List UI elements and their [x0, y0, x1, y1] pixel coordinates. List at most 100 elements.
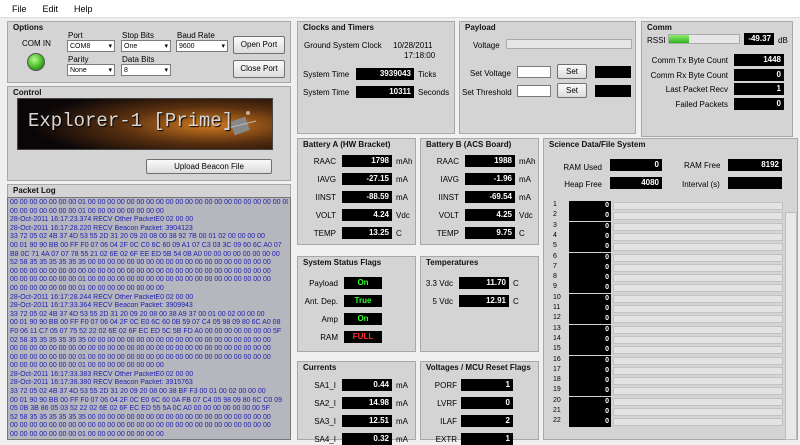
- ground-clock-date: 10/28/2011: [393, 41, 432, 50]
- battery-b-row-value: -69.54: [465, 191, 515, 203]
- comm-row-value: 1: [734, 83, 784, 95]
- science-bar-index: 13: [553, 325, 567, 332]
- data-bits-select[interactable]: 8: [121, 64, 171, 76]
- science-bar-value: 0: [569, 222, 611, 232]
- log-line: 33 72 05 02 4B 37 4D 53 55 2D 31 20 09 2…: [10, 233, 288, 242]
- science-bar-row: 1 0: [553, 201, 783, 211]
- heap-free-label: Heap Free: [554, 180, 602, 189]
- science-bar-row: 11 0: [553, 304, 783, 314]
- comm-row-value: 0: [734, 69, 784, 81]
- battery-a-row-unit: mA: [396, 193, 408, 202]
- science-bar-track: [613, 295, 783, 303]
- science-bar-value: 0: [569, 335, 611, 345]
- science-bar-index: 3: [553, 222, 567, 229]
- set-threshold-button[interactable]: Set: [557, 83, 587, 98]
- temperatures-title: Temperatures: [426, 258, 478, 267]
- status-flags-row-label: Ant. Dep.: [300, 297, 338, 306]
- comm-panel: Comm RSSI -49.37 dB Comm Tx Byte Count14…: [641, 21, 793, 137]
- set-voltage-button[interactable]: Set: [557, 64, 587, 79]
- banner-title: Explorer-1 [Prime]: [28, 110, 233, 132]
- menu-edit[interactable]: Edit: [35, 4, 67, 14]
- science-bar-index: 16: [553, 356, 567, 363]
- science-bar-value: 0: [569, 345, 611, 355]
- science-bar-row: 21 0: [553, 407, 783, 417]
- log-line: 00 00 00 00 00 00 00 01 00 00 00 00 00 0…: [10, 208, 288, 217]
- battery-b-row-value: 4.25: [465, 209, 515, 221]
- science-bar-track: [613, 418, 783, 426]
- ram-free-label: RAM Free: [684, 161, 720, 170]
- science-bar-track: [613, 243, 783, 251]
- science-bar-track: [613, 357, 783, 365]
- status-flags-row-value: On: [344, 277, 382, 289]
- system-time-seconds-label: System Time: [303, 88, 349, 97]
- battery-b-row-value: 1988: [465, 155, 515, 167]
- science-bar-value: 0: [569, 242, 611, 252]
- temperatures-row-label: 3.3 Vdc: [423, 279, 453, 288]
- system-time-ticks-value: 3939043: [356, 68, 414, 80]
- upload-beacon-file-button[interactable]: Upload Beacon File: [146, 159, 272, 174]
- close-port-button[interactable]: Close Port: [233, 60, 285, 78]
- data-bits-label: Data Bits: [122, 55, 154, 64]
- set-threshold-input[interactable]: [517, 85, 551, 97]
- battery-a-row-unit: mAh: [396, 157, 412, 166]
- set-voltage-input[interactable]: [517, 66, 551, 78]
- battery-a-row-label: IAVG: [300, 175, 336, 184]
- currents-panel: Currents SA1_I0.44mASA2_I14.98mASA3_I12.…: [297, 361, 416, 440]
- log-line: 28-Oct-2011 16:17:33.364 RECV Beacon Pac…: [10, 302, 288, 311]
- rssi-meter-fill: [669, 35, 689, 43]
- science-bar-index: 22: [553, 417, 567, 424]
- log-line: 28-Oct-2011 16:17:38.380 RECV Beacon Pac…: [10, 379, 288, 388]
- science-bar-value: 0: [569, 211, 611, 221]
- parity-select[interactable]: None: [67, 64, 115, 76]
- temperatures-row-value: 11.70: [459, 277, 509, 289]
- log-line: 05 0B 3B 86 05 03 52 22 02 6E 02 6F EC E…: [10, 405, 288, 414]
- comm-row-value: 1448: [734, 54, 784, 66]
- science-scrollbar[interactable]: [785, 212, 797, 440]
- science-bar-index: 2: [553, 211, 567, 218]
- packet-log-textarea[interactable]: 00 00 00 00 00 00 00 01 00 00 00 00 00 0…: [7, 197, 291, 440]
- rssi-unit: dB: [778, 36, 788, 45]
- battery-b-row-unit: C: [519, 229, 525, 238]
- battery-a-row-value: 13.25: [342, 227, 392, 239]
- battery-a-row-unit: C: [396, 229, 402, 238]
- log-line: F0 06 11 C7 05 07 75 52 22 02 6E 02 6F E…: [10, 328, 288, 337]
- status-flags-row-label: RAM: [300, 333, 338, 342]
- science-bar-row: 6 0: [553, 253, 783, 263]
- science-bar-track: [613, 377, 783, 385]
- battery-b-row-label: RAAC: [423, 157, 459, 166]
- science-bar-row: 13 0: [553, 325, 783, 335]
- science-bar-row: 15 0: [553, 345, 783, 355]
- science-bar-index: 7: [553, 263, 567, 270]
- comm-row-label: Last Packet Recv: [644, 85, 728, 94]
- voltages-row-value: 1: [461, 433, 513, 445]
- science-bar-value: 0: [569, 273, 611, 283]
- menu-file[interactable]: File: [4, 4, 35, 14]
- science-bar-row: 16 0: [553, 356, 783, 366]
- heap-free-value: 4080: [610, 177, 662, 189]
- science-bar-index: 17: [553, 366, 567, 373]
- status-flags-panel: System Status Flags PayloadOnAnt. Dep.Tr…: [297, 256, 416, 352]
- voltage-progress-bar: [506, 39, 632, 49]
- stop-bits-select[interactable]: One: [121, 40, 171, 52]
- temperatures-panel: Temperatures 3.3 Vdc11.70C5 Vdc12.91C: [420, 256, 539, 352]
- battery-b-row-value: 9.75: [465, 227, 515, 239]
- log-line: B8 0C 71 4A 07 07 78 55 21 02 6E 02 6F E…: [10, 251, 288, 260]
- log-line: 52 58 35 35 35 35 35 35 00 00 00 00 00 0…: [10, 259, 288, 268]
- menu-help[interactable]: Help: [66, 4, 101, 14]
- battery-a-row-label: IINST: [300, 193, 336, 202]
- battery-b-row-label: IAVG: [423, 175, 459, 184]
- science-bar-value: 0: [569, 201, 611, 211]
- battery-a-row-value: -88.59: [342, 191, 392, 203]
- comm-row-label: Comm Rx Byte Count: [644, 71, 728, 80]
- log-line: 00 01 90 90 BB 00 FF F0 07 06 04 2F 0C E…: [10, 397, 288, 406]
- science-bar-value: 0: [569, 407, 611, 417]
- log-line: 52 58 35 35 35 35 35 35 00 00 00 00 00 0…: [10, 414, 288, 423]
- science-bar-value: 0: [569, 283, 611, 293]
- port-label: Port: [68, 31, 83, 40]
- baud-rate-select[interactable]: 9600: [176, 40, 228, 52]
- open-port-button[interactable]: Open Port: [233, 36, 285, 54]
- science-bar-track: [613, 367, 783, 375]
- currents-row-unit: mA: [396, 381, 408, 390]
- port-select[interactable]: COM8: [67, 40, 115, 52]
- science-bar-value: 0: [569, 397, 611, 407]
